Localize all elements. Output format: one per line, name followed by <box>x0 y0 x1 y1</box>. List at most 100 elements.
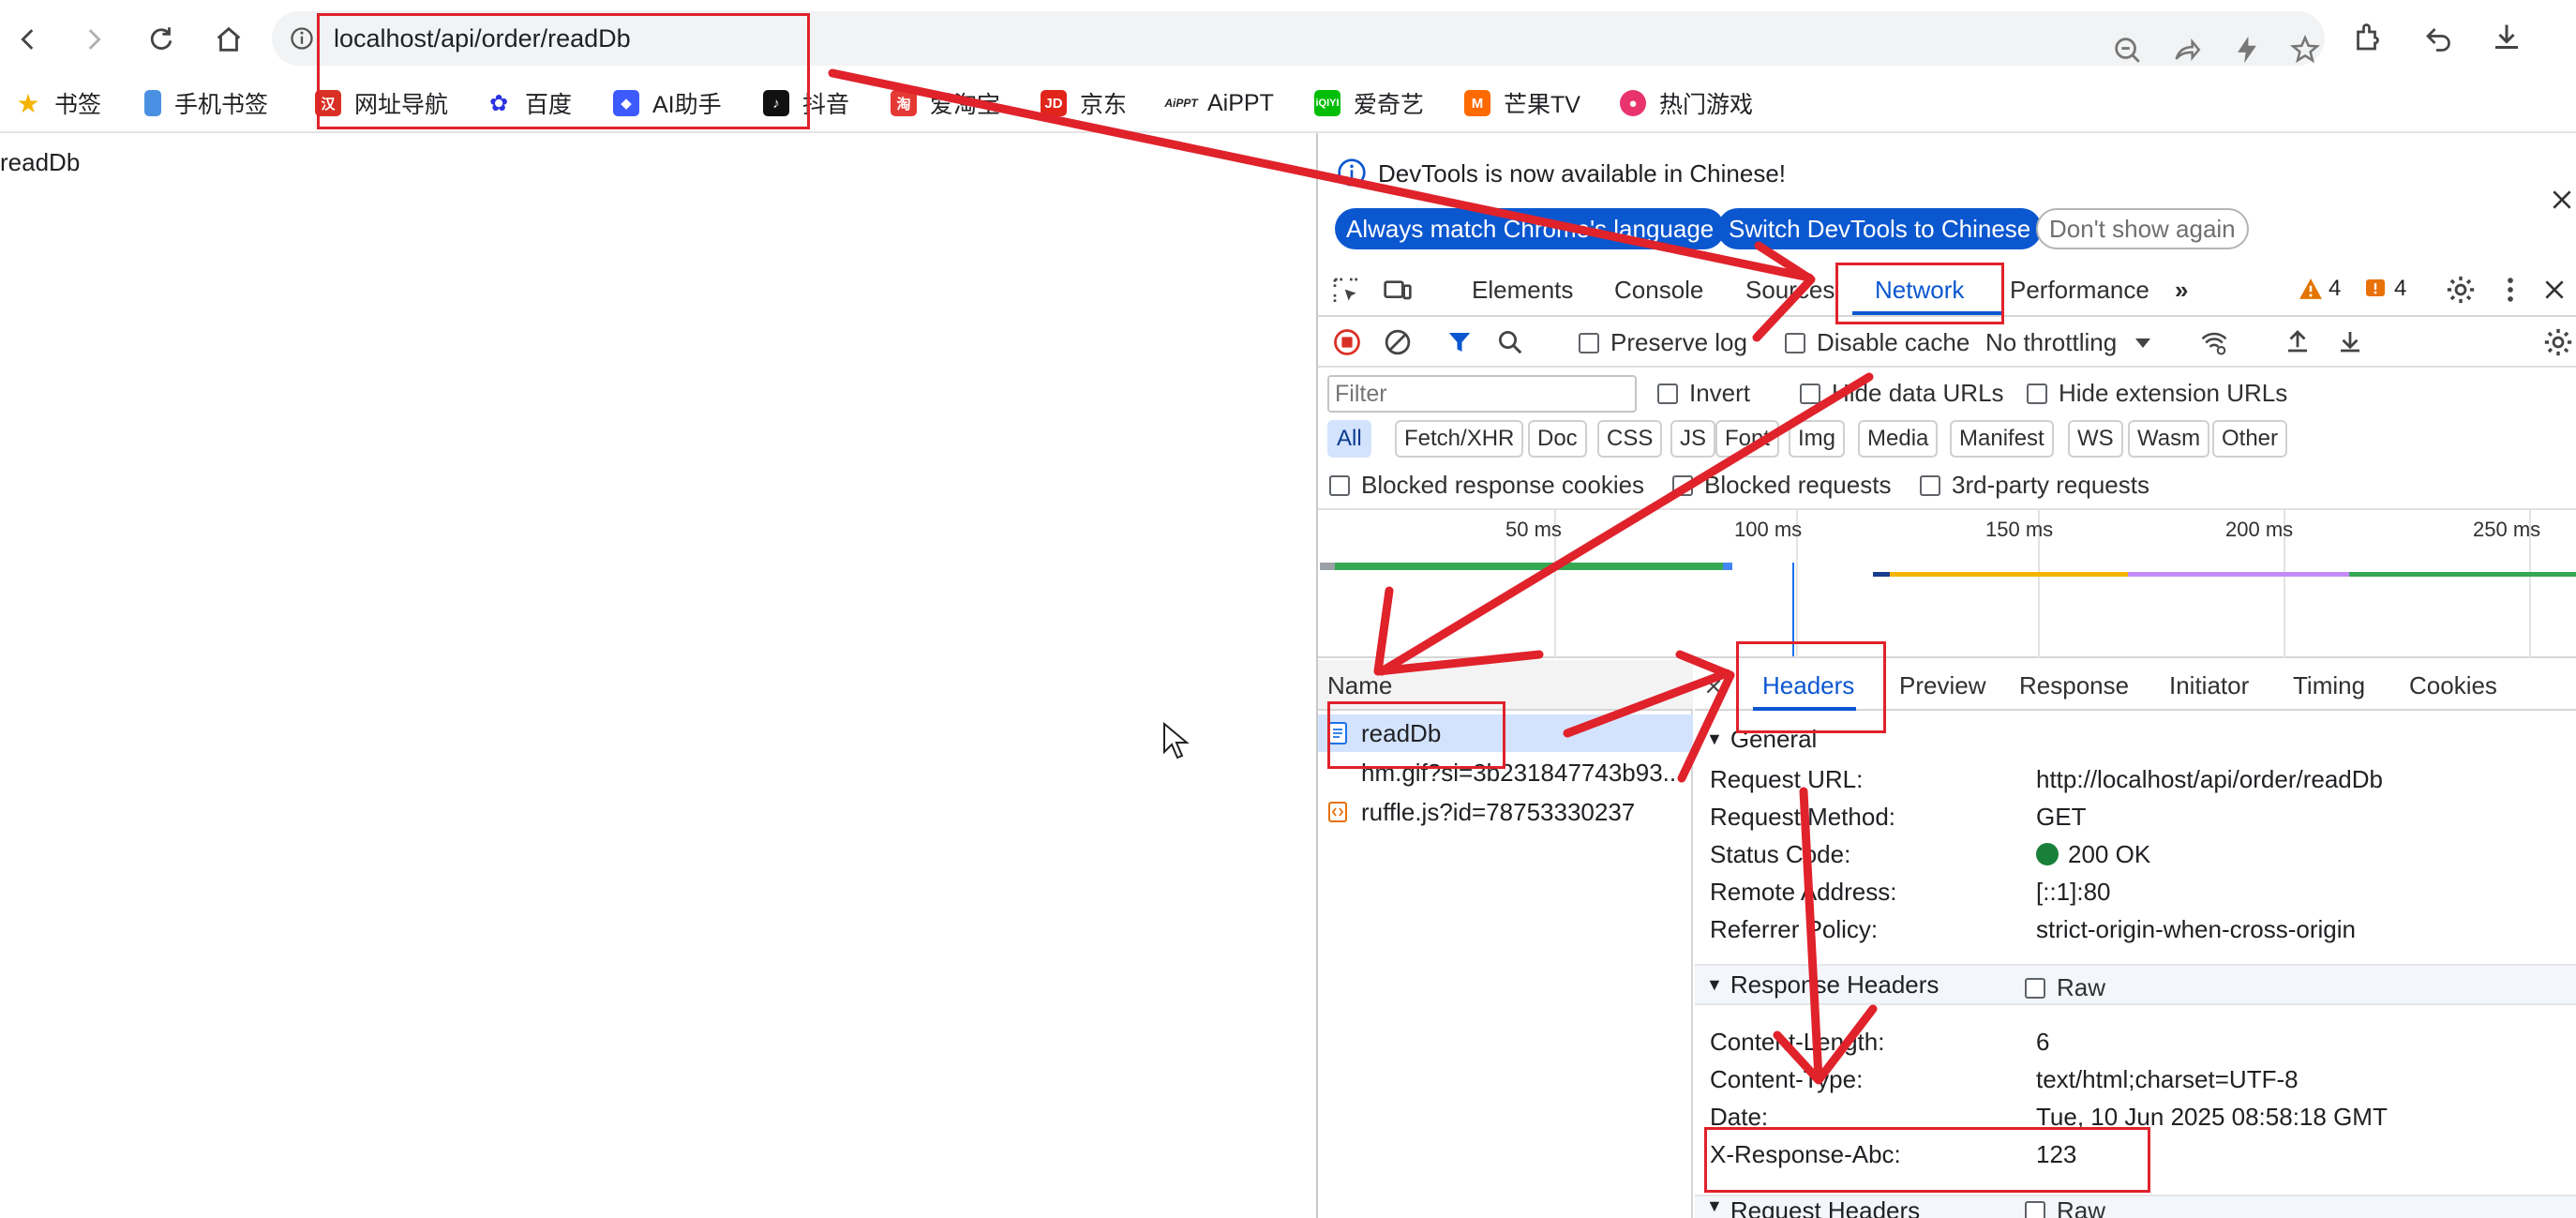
switch-to-chinese-button[interactable]: Switch DevTools to Chinese <box>1717 208 2043 249</box>
header-value: strict-origin-when-cross-origin <box>2036 915 2356 943</box>
status-code-value: 200 OK <box>2036 840 2150 869</box>
preserve-log-checkbox[interactable]: Preserve log <box>1579 328 1747 357</box>
checkbox-box[interactable] <box>1329 474 1350 496</box>
raw-checkbox[interactable]: Raw <box>2025 1196 2105 1218</box>
clear-icon[interactable] <box>1384 328 1412 356</box>
bookmark-star-icon[interactable] <box>2289 34 2321 70</box>
filter-chip-media[interactable]: Media <box>1858 420 1939 458</box>
more-options-icon[interactable] <box>2503 274 2518 306</box>
bookmark-label: 爱淘宝 <box>930 92 1001 118</box>
bookmark-item[interactable]: 手机书签 <box>144 86 268 120</box>
filter-chip-all[interactable]: All <box>1327 420 1371 458</box>
errors-counter[interactable]: 4 <box>2364 276 2406 302</box>
checkbox-label: Blocked response cookies <box>1361 471 1645 499</box>
checkbox-box[interactable] <box>2025 1200 2045 1218</box>
bookmark-item[interactable]: M 芒果TV <box>1464 86 1580 120</box>
request-headers-section-header[interactable]: ▼ Request Headers Raw <box>1695 1195 2576 1218</box>
detail-tab-cookies[interactable]: Cookies <box>2409 671 2497 700</box>
close-devtools-icon[interactable] <box>2542 278 2567 302</box>
share-icon[interactable] <box>2171 34 2203 70</box>
inspect-element-icon[interactable] <box>1331 276 1361 306</box>
filter-chip-fetch-xhr[interactable]: Fetch/XHR <box>1395 420 1524 458</box>
bookmark-item[interactable]: iQIYI 爱奇艺 <box>1314 86 1424 120</box>
detail-tab-initiator[interactable]: Initiator <box>2169 671 2249 700</box>
tab-console[interactable]: Console <box>1614 276 1703 305</box>
tab-performance[interactable]: Performance <box>2010 276 2149 305</box>
filter-funnel-icon[interactable] <box>1445 328 1474 356</box>
tab-sources[interactable]: Sources <box>1745 276 1835 305</box>
download-icon[interactable] <box>2490 21 2524 59</box>
undo-dropdown-icon[interactable] <box>2422 21 2456 59</box>
checkbox-box[interactable] <box>2025 977 2045 999</box>
network-conditions-icon[interactable] <box>2199 328 2229 356</box>
site-info-icon[interactable] <box>289 25 315 52</box>
detail-tab-preview[interactable]: Preview <box>1899 671 1985 700</box>
always-match-language-button[interactable]: Always match Chrome's language <box>1335 208 1726 249</box>
request-row-ruffle-js[interactable]: ruffle.js?id=78753330237 <box>1318 793 1693 831</box>
raw-checkbox[interactable]: Raw <box>2025 973 2105 1002</box>
filter-chip-css[interactable]: CSS <box>1597 420 1663 458</box>
close-details-icon[interactable] <box>1704 677 1723 696</box>
filter-chip-ws[interactable]: WS <box>2068 420 2123 458</box>
close-notice-icon[interactable] <box>2550 188 2574 212</box>
export-har-icon[interactable] <box>2336 326 2364 356</box>
checkbox-box[interactable] <box>1579 332 1599 353</box>
annotation-box-network-tab <box>1835 263 2004 324</box>
filter-chip-manifest[interactable]: Manifest <box>1950 420 2054 458</box>
device-toolbar-icon[interactable] <box>1382 276 1414 306</box>
home-button[interactable] <box>206 17 251 62</box>
extensions-icon[interactable] <box>2351 21 2385 59</box>
network-settings-icon[interactable] <box>2542 326 2574 358</box>
tab-elements[interactable]: Elements <box>1472 276 1573 305</box>
import-har-icon[interactable] <box>2284 326 2312 356</box>
bookmark-item[interactable]: 淘 爱淘宝 <box>891 86 1000 120</box>
header-key: Status Code: <box>1710 840 1851 868</box>
detail-tab-timing[interactable]: Timing <box>2293 671 2365 700</box>
checkbox-box[interactable] <box>1672 474 1693 496</box>
timeline-bar-download <box>1723 563 1732 570</box>
dont-show-again-button[interactable]: Don't show again <box>2036 208 2249 249</box>
third-party-requests-checkbox[interactable]: 3rd-party requests <box>1920 471 2149 500</box>
blocked-response-cookies-checkbox[interactable]: Blocked response cookies <box>1329 471 1644 500</box>
checkbox-box[interactable] <box>1785 332 1805 353</box>
bookmark-item[interactable]: JD 京东 <box>1041 86 1127 120</box>
back-button[interactable] <box>6 17 51 62</box>
warnings-counter[interactable]: 4 <box>2299 276 2341 302</box>
checkbox-box[interactable] <box>2027 383 2047 404</box>
header-value: [::1]:80 <box>2036 878 2111 906</box>
checkbox-box[interactable] <box>1657 383 1678 404</box>
filter-chip-img[interactable]: Img <box>1789 420 1846 458</box>
zoom-out-icon[interactable] <box>2111 34 2143 70</box>
network-timeline-overview[interactable]: 50 ms 100 ms 150 ms 200 ms 250 ms <box>1318 508 2576 658</box>
checkbox-box[interactable] <box>1800 383 1820 404</box>
forward-button[interactable] <box>71 17 116 62</box>
record-stop-icon[interactable] <box>1333 328 1361 356</box>
detail-tab-response[interactable]: Response <box>2019 671 2129 700</box>
filter-input[interactable] <box>1327 375 1637 413</box>
issue-icon <box>2366 279 2385 296</box>
settings-gear-icon[interactable] <box>2445 274 2477 306</box>
search-icon[interactable] <box>1496 328 1524 356</box>
response-headers-section-header[interactable]: ▼ Response Headers Raw <box>1695 964 2576 1005</box>
reload-button[interactable] <box>139 17 184 62</box>
filter-chip-js[interactable]: JS <box>1670 420 1716 458</box>
bookmark-item[interactable]: AiPPT AiPPT <box>1164 86 1274 120</box>
bookmark-label: 京东 <box>1080 92 1128 118</box>
filter-chip-other[interactable]: Other <box>2212 420 2288 458</box>
throttling-select[interactable]: No throttling <box>1985 328 2152 357</box>
filter-chip-doc[interactable]: Doc <box>1528 420 1587 458</box>
filter-chip-wasm[interactable]: Wasm <box>2128 420 2210 458</box>
checkbox-box[interactable] <box>1920 474 1940 496</box>
bookmark-item[interactable]: ● 热门游戏 <box>1620 86 1753 120</box>
hide-extension-urls-checkbox[interactable]: Hide extension URLs <box>2027 379 2287 408</box>
lightning-icon[interactable] <box>2231 34 2263 70</box>
reload-icon <box>150 27 172 50</box>
blocked-requests-checkbox[interactable]: Blocked requests <box>1672 471 1891 500</box>
filter-chip-font[interactable]: Font <box>1715 420 1780 458</box>
more-tabs-chevron-icon[interactable]: » <box>2175 276 2188 305</box>
bookmark-item[interactable]: ★ 书签 <box>15 86 101 120</box>
disable-cache-checkbox[interactable]: Disable cache <box>1785 328 1969 357</box>
invert-checkbox[interactable]: Invert <box>1657 379 1750 408</box>
hide-data-urls-checkbox[interactable]: Hide data URLs <box>1800 379 2004 408</box>
checkbox-label: Raw <box>2057 973 2106 1001</box>
